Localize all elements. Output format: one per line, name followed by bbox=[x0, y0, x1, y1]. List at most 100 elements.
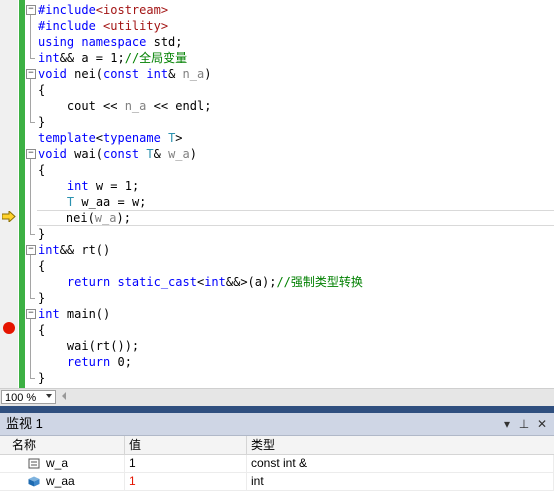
code-line[interactable]: return static_cast<int&&>(a);//强制类型转换 bbox=[38, 274, 363, 290]
code-token: T bbox=[146, 147, 154, 161]
code-line[interactable]: template<typename T> bbox=[38, 130, 183, 146]
code-token: w_aa = w; bbox=[74, 195, 147, 209]
code-line[interactable]: } bbox=[38, 114, 45, 130]
code-token: } bbox=[38, 371, 46, 385]
code-token: <iostream> bbox=[95, 3, 169, 17]
code-line[interactable]: void wai(const T& w_a) bbox=[38, 146, 197, 162]
collapse-block-icon[interactable]: − bbox=[26, 309, 36, 319]
watch-name-cell: w_aa bbox=[0, 473, 125, 490]
code-token: int bbox=[38, 307, 60, 321]
code-token: { bbox=[38, 259, 46, 273]
column-header-value[interactable]: 值 bbox=[125, 436, 247, 454]
watch-column-header: 名称 值 类型 bbox=[0, 436, 554, 455]
horizontal-scrollbar[interactable] bbox=[72, 395, 552, 399]
code-line[interactable]: return 0; bbox=[38, 354, 132, 370]
code-token: #include bbox=[38, 3, 96, 17]
code-token: ) bbox=[204, 67, 212, 81]
code-token: > bbox=[175, 131, 183, 145]
code-token: <utility> bbox=[103, 19, 169, 33]
code-token: #include bbox=[38, 19, 96, 33]
code-line[interactable]: wai(rt()); bbox=[38, 338, 139, 354]
close-icon[interactable]: ✕ bbox=[535, 413, 549, 435]
zoom-level-value: 100 % bbox=[5, 392, 37, 404]
column-header-name[interactable]: 名称 bbox=[0, 436, 125, 454]
code-line[interactable]: using namespace std; bbox=[38, 34, 183, 50]
collapse-block-icon[interactable]: − bbox=[26, 149, 36, 159]
code-token: cout << bbox=[38, 99, 125, 113]
editor-bottom-strip: 100 % bbox=[0, 388, 554, 406]
watch-value-cell[interactable]: 1 bbox=[125, 455, 247, 472]
code-token: using namespace bbox=[38, 35, 147, 49]
code-token: 0; bbox=[110, 355, 132, 369]
code-line[interactable]: { bbox=[38, 322, 45, 338]
code-token: template bbox=[38, 131, 96, 145]
code-token: & bbox=[153, 147, 169, 161]
code-line[interactable]: int&& a = 1;//全局变量 bbox=[38, 50, 187, 66]
collapse-block-icon[interactable]: − bbox=[26, 245, 36, 255]
watch-row[interactable]: w_a 1 const int & bbox=[0, 455, 554, 473]
breakpoint-icon[interactable] bbox=[3, 322, 15, 334]
code-token: int bbox=[66, 179, 89, 193]
code-token: void bbox=[38, 67, 67, 81]
pin-icon[interactable]: ⊥ bbox=[517, 413, 531, 435]
code-line[interactable]: } bbox=[38, 370, 45, 386]
watch-name-cell: w_a bbox=[0, 455, 125, 472]
code-line[interactable]: void nei(const int& n_a) bbox=[38, 66, 211, 82]
code-line[interactable]: #include <utility> bbox=[38, 18, 168, 34]
code-token: return bbox=[66, 355, 111, 369]
code-token: } bbox=[38, 291, 46, 305]
watch-row[interactable]: w_aa 1 int bbox=[0, 473, 554, 491]
code-token: w = 1; bbox=[88, 179, 140, 193]
code-token: return static_cast bbox=[66, 275, 197, 289]
code-line[interactable]: } bbox=[38, 290, 45, 306]
code-token: n_a bbox=[124, 99, 147, 113]
outline-guide-end bbox=[30, 234, 35, 235]
code-token: } bbox=[38, 115, 46, 129]
watch-type-cell: int bbox=[247, 473, 554, 490]
code-line[interactable]: cout << n_a << endl; bbox=[38, 98, 212, 114]
code-line[interactable]: { bbox=[38, 258, 45, 274]
code-token: nei( bbox=[66, 67, 104, 81]
code-token: ); bbox=[116, 211, 131, 225]
code-line[interactable]: } bbox=[38, 226, 45, 242]
outline-guide-end bbox=[30, 58, 35, 59]
code-line[interactable]: int&& rt() bbox=[38, 242, 110, 258]
collapse-block-icon[interactable]: − bbox=[26, 5, 36, 15]
code-line[interactable]: T w_aa = w; bbox=[38, 194, 146, 210]
code-line[interactable]: #include<iostream> bbox=[38, 2, 168, 18]
chevron-down-icon[interactable] bbox=[46, 394, 52, 398]
scroll-left-icon[interactable] bbox=[62, 392, 66, 400]
code-line[interactable]: int w = 1; bbox=[38, 178, 139, 194]
outline-guide-end bbox=[30, 122, 35, 123]
code-line[interactable]: { bbox=[38, 162, 45, 178]
outline-guide bbox=[30, 255, 31, 298]
code-token: n_a bbox=[182, 67, 205, 81]
watch-panel: 监视 1 ▾ ⊥ ✕ 名称 值 类型 w_a 1 const int & w_aa 1 i… bbox=[0, 406, 554, 494]
code-token: void bbox=[38, 147, 67, 161]
code-line[interactable]: nei(w_a); bbox=[37, 210, 554, 226]
window-position-dropdown-icon[interactable]: ▾ bbox=[500, 413, 514, 435]
code-token: //强制类型转换 bbox=[276, 275, 363, 289]
code-token: } bbox=[38, 227, 46, 241]
watch-type-cell: const int & bbox=[247, 455, 554, 472]
code-token: & bbox=[168, 67, 183, 81]
code-token: wai( bbox=[66, 147, 104, 161]
code-line[interactable]: int main() bbox=[38, 306, 110, 322]
panel-splitter[interactable] bbox=[0, 406, 554, 413]
code-token: { bbox=[38, 83, 46, 97]
code-token: main() bbox=[59, 307, 111, 321]
code-token: ) bbox=[189, 147, 197, 161]
code-token: //全局变量 bbox=[124, 51, 188, 65]
column-header-type[interactable]: 类型 bbox=[247, 436, 554, 454]
code-token: { bbox=[38, 163, 46, 177]
collapse-block-icon[interactable]: − bbox=[26, 69, 36, 79]
code-line[interactable]: { bbox=[38, 82, 45, 98]
code-editor[interactable]: #include<iostream> #include <utility> usin… bbox=[0, 0, 554, 388]
code-token: w_a bbox=[94, 211, 117, 225]
outline-guide bbox=[30, 15, 31, 58]
watch-panel-header[interactable]: 监视 1 ▾ ⊥ ✕ bbox=[0, 413, 554, 436]
code-token: wai(rt()); bbox=[38, 339, 140, 353]
watch-value-cell[interactable]: 1 bbox=[125, 473, 247, 490]
